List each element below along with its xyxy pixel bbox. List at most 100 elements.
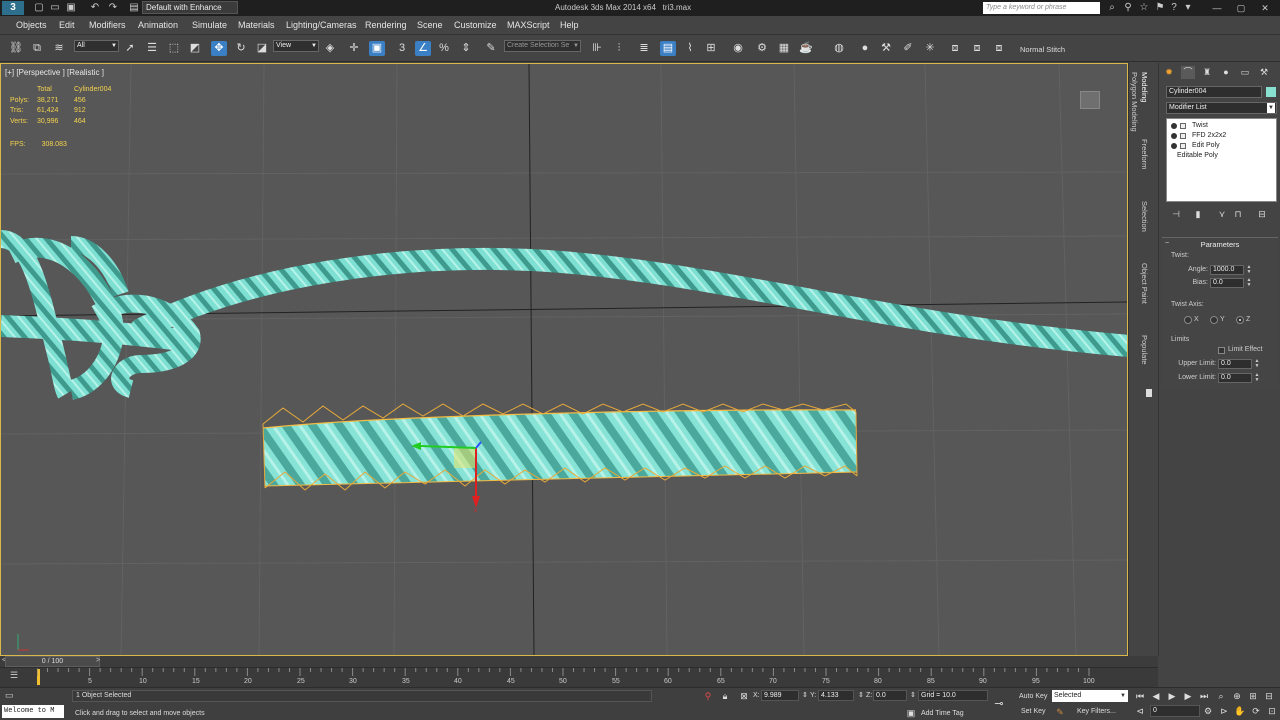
select-and-rotate-icon[interactable]: ↻ xyxy=(233,41,249,56)
rendered-frame-window-icon[interactable]: ▦ xyxy=(776,41,792,56)
window-crossing-icon[interactable]: ◩ xyxy=(187,41,203,56)
ribbon-expand-icon[interactable] xyxy=(1146,389,1152,397)
menu-objects[interactable]: Objects xyxy=(16,20,47,30)
save-file-icon[interactable]: ▣ xyxy=(65,2,77,14)
make-unique-icon[interactable]: ⋎ xyxy=(1215,208,1229,221)
menu-customize[interactable]: Customize xyxy=(454,20,497,30)
redo-icon[interactable]: ↷ xyxy=(107,2,119,14)
bind-spacewarp-icon[interactable]: ≋ xyxy=(51,41,67,56)
time-config-icon[interactable]: ⚙ xyxy=(1202,705,1214,717)
render-setup-icon[interactable]: ⚙ xyxy=(754,41,770,56)
maximize-viewport-icon[interactable]: ⊡ xyxy=(1266,705,1278,717)
key-filters-button[interactable]: Key Filters... xyxy=(1077,708,1116,715)
maxscript-listener-icon[interactable]: ▭ xyxy=(5,690,23,702)
previous-frame-icon[interactable]: ◀ xyxy=(1150,690,1162,702)
goto-end-icon[interactable]: ⏭ xyxy=(1198,690,1210,702)
sphere-icon[interactable]: ● xyxy=(857,41,873,56)
selection-lock-icon[interactable]: 🔒︎ xyxy=(719,690,731,702)
bias-spinner[interactable]: 0.0 xyxy=(1210,278,1244,288)
select-and-scale-icon[interactable]: ◪ xyxy=(254,41,270,56)
menu-edit[interactable]: Edit xyxy=(59,20,75,30)
z-coordinate-field[interactable]: 0.0 xyxy=(873,690,907,701)
axis-z-radio[interactable] xyxy=(1236,316,1244,324)
maxscript-mini-listener[interactable]: Welcome to M xyxy=(2,705,64,718)
show-end-result-icon[interactable]: ▮ xyxy=(1191,208,1205,221)
add-time-tag-button[interactable]: Add Time Tag xyxy=(921,710,964,717)
ribbon-toggle-icon[interactable]: ▤ xyxy=(660,41,676,56)
open-mini-curve-editor-icon[interactable]: ☰ xyxy=(10,670,18,681)
stack-item-ffd[interactable]: FFD 2x2x2 xyxy=(1167,131,1276,141)
x-coordinate-field[interactable]: 9.989 xyxy=(761,690,799,701)
lightbulb-icon[interactable] xyxy=(1171,143,1177,149)
menu-modifiers[interactable]: Modifiers xyxy=(89,20,126,30)
limit-effect-checkbox[interactable] xyxy=(1218,347,1225,354)
y-coordinate-field[interactable]: 4.133 xyxy=(818,690,854,701)
spinner-arrows-icon[interactable]: ⇕ xyxy=(858,691,864,699)
manipulate-icon[interactable]: ✛ xyxy=(346,41,362,56)
tab-freeform[interactable]: Freeform xyxy=(1140,139,1149,169)
pivot-center-icon[interactable]: ◈ xyxy=(322,41,338,56)
next-frame-icon[interactable]: ▶ xyxy=(1182,690,1194,702)
stitch-right-icon[interactable]: ⧈ xyxy=(969,41,985,56)
axis-x-radio[interactable] xyxy=(1184,316,1192,324)
absolute-mode-icon[interactable]: ⊠ xyxy=(738,690,750,702)
modify-tab-icon[interactable]: ⌒ xyxy=(1181,66,1195,79)
selection-filter-dropdown[interactable]: All ▼ xyxy=(74,40,119,52)
viewport-label[interactable]: [+] [Perspective ] [Realistic ] xyxy=(5,68,104,77)
rollout-title[interactable]: Parameters xyxy=(1162,240,1278,249)
search-icon[interactable]: ⌕ xyxy=(1106,2,1118,14)
project-folder-icon[interactable]: ▤ xyxy=(128,2,140,14)
lower-limit-spinner[interactable]: 0.0 xyxy=(1218,373,1252,383)
pin-stack-icon[interactable]: ⊣ xyxy=(1169,208,1183,221)
auto-key-button[interactable]: Auto Key xyxy=(1019,693,1047,700)
tab-modeling[interactable]: Modeling xyxy=(1140,72,1149,102)
menu-help[interactable]: Help xyxy=(560,20,579,30)
field-of-view-icon[interactable]: ⊳ xyxy=(1218,705,1230,717)
lightbulb-icon[interactable] xyxy=(1171,123,1177,129)
rope-strand[interactable] xyxy=(130,248,1128,357)
pan-view-icon[interactable]: ✋ xyxy=(1234,705,1246,717)
percent-snap-icon[interactable]: % xyxy=(436,41,452,56)
angle-snap-icon[interactable]: ∠ xyxy=(415,41,431,56)
app-logo-icon[interactable]: 3 xyxy=(2,1,24,15)
set-key-button[interactable]: Set Key xyxy=(1021,708,1046,715)
menu-maxscript[interactable]: MAXScript xyxy=(507,20,550,30)
maximize-icon[interactable]: ▢ xyxy=(1232,1,1250,15)
align-icon[interactable]: ⫶ xyxy=(611,41,627,56)
spinner-arrows-icon[interactable]: ▲ ▼ xyxy=(1254,373,1260,383)
help-icon[interactable]: ? xyxy=(1168,2,1180,14)
object-color-swatch[interactable] xyxy=(1266,87,1276,97)
close-icon[interactable]: ✕ xyxy=(1256,1,1274,15)
layer-manager-icon[interactable]: ≣ xyxy=(636,41,652,56)
set-key-icon[interactable]: ⊸ xyxy=(993,698,1005,710)
play-icon[interactable]: ▶ xyxy=(1166,690,1178,702)
edit-named-selection-icon[interactable]: ✎ xyxy=(483,41,499,56)
keyboard-shortcut-override-icon[interactable]: ▣ xyxy=(369,41,385,56)
utilities-tab-icon[interactable]: ⚒ xyxy=(1257,66,1271,79)
viewcube[interactable] xyxy=(1080,91,1100,109)
select-by-name-icon[interactable]: ☰ xyxy=(144,41,160,56)
expand-icon[interactable] xyxy=(1180,133,1186,139)
goto-start-icon[interactable]: ⏮ xyxy=(1134,690,1146,702)
hierarchy-tab-icon[interactable]: ♜ xyxy=(1200,66,1214,79)
tab-selection[interactable]: Selection xyxy=(1140,201,1149,232)
time-slider-thumb[interactable]: 0 / 100 xyxy=(5,656,100,667)
schematic-view-icon[interactable]: ⊞ xyxy=(703,41,719,56)
undo-icon[interactable]: ↶ xyxy=(89,2,101,14)
tab-polygon-modeling[interactable]: Polygon Modeling xyxy=(1130,72,1139,132)
spinner-arrows-icon[interactable]: ▲ ▼ xyxy=(1246,265,1252,275)
lightbulb-icon[interactable] xyxy=(1171,133,1177,139)
rectangular-selection-icon[interactable]: ⬚ xyxy=(166,41,182,56)
open-file-icon[interactable]: ▭ xyxy=(49,2,61,14)
named-selection-dropdown[interactable]: Create Selection Se ▼ xyxy=(504,40,581,52)
configure-sets-icon[interactable]: ⊟ xyxy=(1255,208,1269,221)
spinner-arrows-icon[interactable]: ⇕ xyxy=(910,691,916,699)
workspace-dropdown[interactable]: Default with Enhance xyxy=(142,1,238,14)
stitch-left-icon[interactable]: ⧈ xyxy=(947,41,963,56)
stack-item-twist[interactable]: Twist xyxy=(1167,121,1276,131)
time-tag-icon[interactable]: ▣ xyxy=(905,707,917,719)
zoom-all-icon[interactable]: ⊕ xyxy=(1231,690,1243,702)
rope-knot[interactable] xyxy=(1,230,201,400)
zoom-extents-icon[interactable]: ⊞ xyxy=(1247,690,1259,702)
stitch-reset-icon[interactable]: ⧈ xyxy=(991,41,1007,56)
